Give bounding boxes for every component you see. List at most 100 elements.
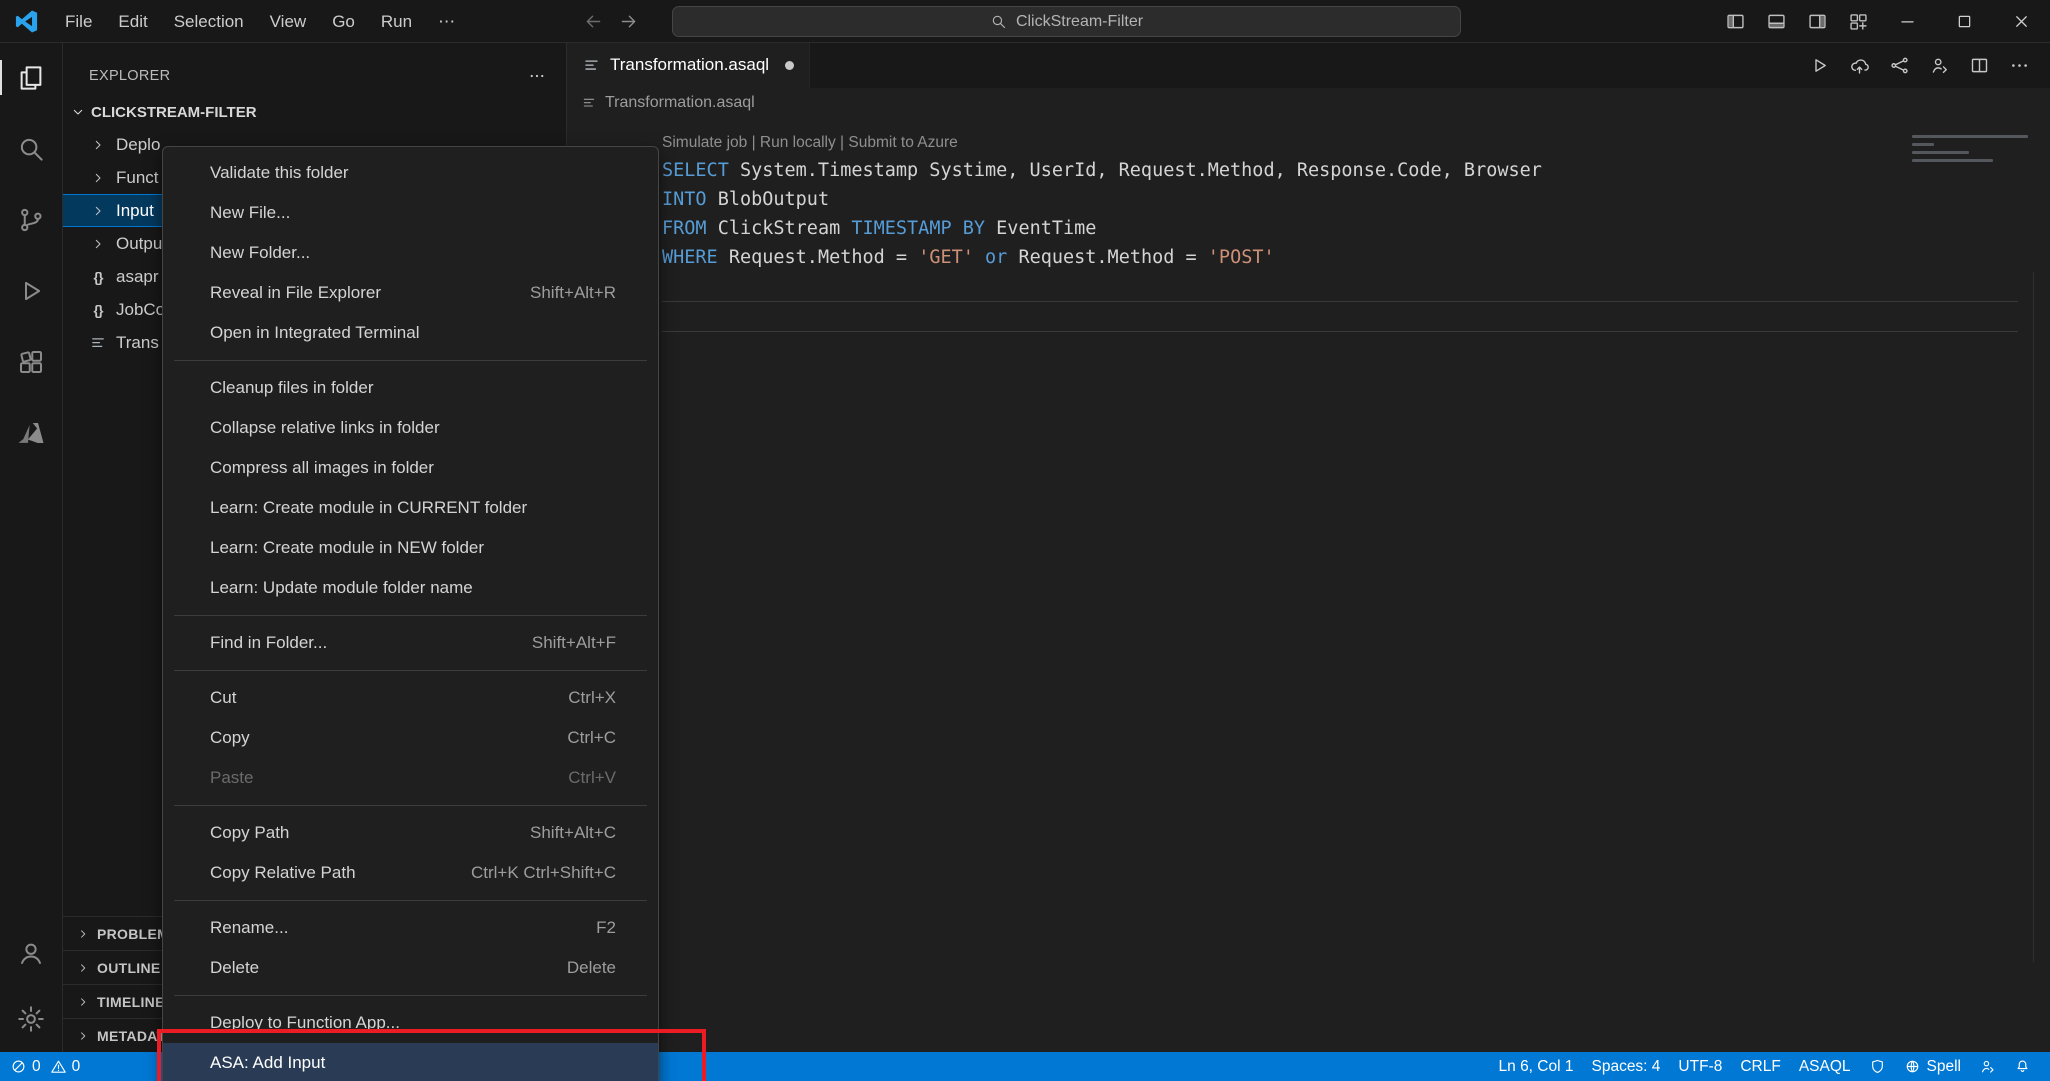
toggle-panel-icon[interactable] (1756, 0, 1797, 42)
menu-bar: File Edit Selection View Go Run ⋯ (52, 0, 468, 42)
menu-edit[interactable]: Edit (105, 7, 160, 36)
context-menu-item-new-file[interactable]: New File... (163, 193, 658, 233)
activity-settings[interactable] (0, 986, 62, 1052)
minimap-line (1912, 159, 1994, 162)
status-spell[interactable]: Spell (1895, 1052, 1970, 1081)
activity-source-control[interactable] (0, 184, 62, 255)
context-menu-item-find-in-folder[interactable]: Find in Folder... Shift+Alt+F (163, 623, 658, 663)
activity-account[interactable] (0, 920, 62, 986)
context-menu-item-asa-add-input[interactable]: ASA: Add Input (163, 1043, 658, 1081)
context-menu-item-new-folder[interactable]: New Folder... (163, 233, 658, 273)
codelens-links[interactable]: Simulate job | Run locally | Submit to A… (662, 130, 2050, 156)
context-menu-item-validate-this-folder[interactable]: Validate this folder (163, 153, 658, 193)
activity-run-debug[interactable] (0, 255, 62, 326)
customize-layout-icon[interactable] (1838, 0, 1879, 42)
code-editor[interactable]: Simulate job | Run locally | Submit to A… (567, 118, 2050, 332)
token: EventTime (985, 218, 1097, 239)
context-menu-item-copy-relative-path[interactable]: Copy Relative Path Ctrl+K Ctrl+Shift+C (163, 853, 658, 893)
menu-more[interactable]: ⋯ (425, 7, 468, 36)
context-menu-item-collapse-relative-links-in-folder[interactable]: Collapse relative links in folder (163, 408, 658, 448)
activity-search[interactable] (0, 113, 62, 184)
close-button[interactable] (1993, 0, 2050, 42)
explorer-more-actions-icon[interactable] (528, 67, 546, 85)
context-menu-item-learn-create-module-in-current-folder[interactable]: Learn: Create module in CURRENT folder (163, 488, 658, 528)
context-menu-item-learn-update-module-folder-name[interactable]: Learn: Update module folder name (163, 568, 658, 608)
toggle-sidebar-icon[interactable] (1715, 0, 1756, 42)
activity-bar-bottom (0, 920, 62, 1052)
workspace-folder-name: CLICKSTREAM-FILTER (91, 103, 257, 121)
context-menu-item-label: Collapse relative links in folder (210, 418, 440, 437)
problems-status[interactable]: 0 0 (0, 1058, 80, 1076)
context-menu-item-copy-path[interactable]: Copy Path Shift+Alt+C (163, 813, 658, 853)
minimap[interactable] (1912, 130, 2028, 167)
status-live-share-icon[interactable] (1970, 1052, 2005, 1081)
status-shield-icon[interactable] (1860, 1052, 1895, 1081)
more-glyph (2009, 55, 2030, 76)
activity-bar-top (0, 42, 62, 468)
context-menu-item-cleanup-files-in-folder[interactable]: Cleanup files in folder (163, 368, 658, 408)
live-share-glyph (1929, 55, 1950, 76)
context-menu-item-label: Compress all images in folder (210, 458, 434, 477)
diagram-icon[interactable] (1881, 47, 1918, 84)
run-icon[interactable] (1801, 47, 1838, 84)
command-center[interactable]: ClickStream-Filter (672, 6, 1461, 37)
context-menu-item-cut[interactable]: Cut Ctrl+X (163, 678, 658, 718)
token: System.Timestamp Systime, UserId, Reques… (728, 160, 1542, 181)
token: Request.Method = (1007, 247, 1208, 268)
maximize-icon (1955, 12, 1974, 31)
live-share-icon[interactable] (1921, 47, 1958, 84)
workspace-folder-row[interactable]: CLICKSTREAM-FILTER (62, 96, 566, 128)
status-crlf[interactable]: CRLF (1731, 1052, 1789, 1081)
split-editor-icon[interactable] (1961, 47, 1998, 84)
activity-extensions[interactable] (0, 326, 62, 397)
tree-item-label: asapr (116, 266, 159, 286)
menu-view[interactable]: View (257, 7, 320, 36)
tab-transformation-asaql[interactable]: Transformation.asaql (567, 42, 811, 88)
activity-explorer[interactable] (0, 42, 62, 113)
context-menu-item-rename[interactable]: Rename... F2 (163, 908, 658, 948)
activity-bar (0, 42, 63, 1052)
back-icon[interactable] (583, 11, 604, 32)
minimap-line (1912, 135, 2028, 138)
maximize-button[interactable] (1936, 0, 1993, 42)
chevron-glyph (90, 137, 106, 153)
context-menu-item-reveal-in-file-explorer[interactable]: Reveal in File Explorer Shift+Alt+R (163, 273, 658, 313)
context-menu-item-label: Copy (210, 728, 250, 747)
minimize-button[interactable] (1879, 0, 1936, 42)
context-menu-item-learn-create-module-in-new-folder[interactable]: Learn: Create module in NEW folder (163, 528, 658, 568)
minimize-icon (1898, 12, 1917, 31)
token: or (985, 247, 1008, 268)
token: BlobOutput (706, 189, 830, 210)
status-bell-icon[interactable] (2005, 1052, 2040, 1081)
toggle-secondary-sidebar-icon[interactable] (1797, 0, 1838, 42)
menu-file[interactable]: File (52, 7, 105, 36)
code-line-4: WHERE Request.Method = 'GET' or Request.… (662, 243, 2050, 272)
menu-selection[interactable]: Selection (161, 7, 257, 36)
context-menu-item-deploy-to-function-app[interactable]: Deploy to Function App... (163, 1003, 658, 1043)
status-ln-6-col-1[interactable]: Ln 6, Col 1 (1490, 1052, 1583, 1081)
forward-icon[interactable] (618, 11, 639, 32)
activity-azure[interactable] (0, 397, 62, 468)
context-menu-item-label: Reveal in File Explorer (210, 283, 382, 302)
code-lines: SELECT System.Timestamp Systime, UserId,… (662, 156, 2050, 272)
context-menu-item-shortcut: Ctrl+V (568, 768, 616, 787)
status-utf-8[interactable]: UTF-8 (1669, 1052, 1731, 1081)
context-menu-item-delete[interactable]: Delete Delete (163, 948, 658, 988)
history-navigation (583, 0, 639, 42)
breadcrumb[interactable]: Transformation.asaql (567, 88, 2050, 118)
cloud-upload-icon[interactable] (1841, 47, 1878, 84)
more-icon[interactable] (2001, 47, 2038, 84)
status-asaql[interactable]: ASAQL (1790, 1052, 1860, 1081)
context-menu-item-copy[interactable]: Copy Ctrl+C (163, 718, 658, 758)
chevron-right-icon (76, 995, 90, 1009)
chevron-down-icon (70, 104, 86, 120)
context-menu-item-paste: Paste Ctrl+V (163, 758, 658, 798)
menu-go[interactable]: Go (319, 7, 368, 36)
menu-run[interactable]: Run (368, 7, 425, 36)
context-menu-item-open-in-integrated-terminal[interactable]: Open in Integrated Terminal (163, 313, 658, 353)
status-spaces-4[interactable]: Spaces: 4 (1582, 1052, 1669, 1081)
context-menu-item-compress-all-images-in-folder[interactable]: Compress all images in folder (163, 448, 658, 488)
status-label: CRLF (1740, 1057, 1781, 1075)
file-glyph (89, 334, 107, 352)
current-line-highlight (662, 301, 2018, 332)
